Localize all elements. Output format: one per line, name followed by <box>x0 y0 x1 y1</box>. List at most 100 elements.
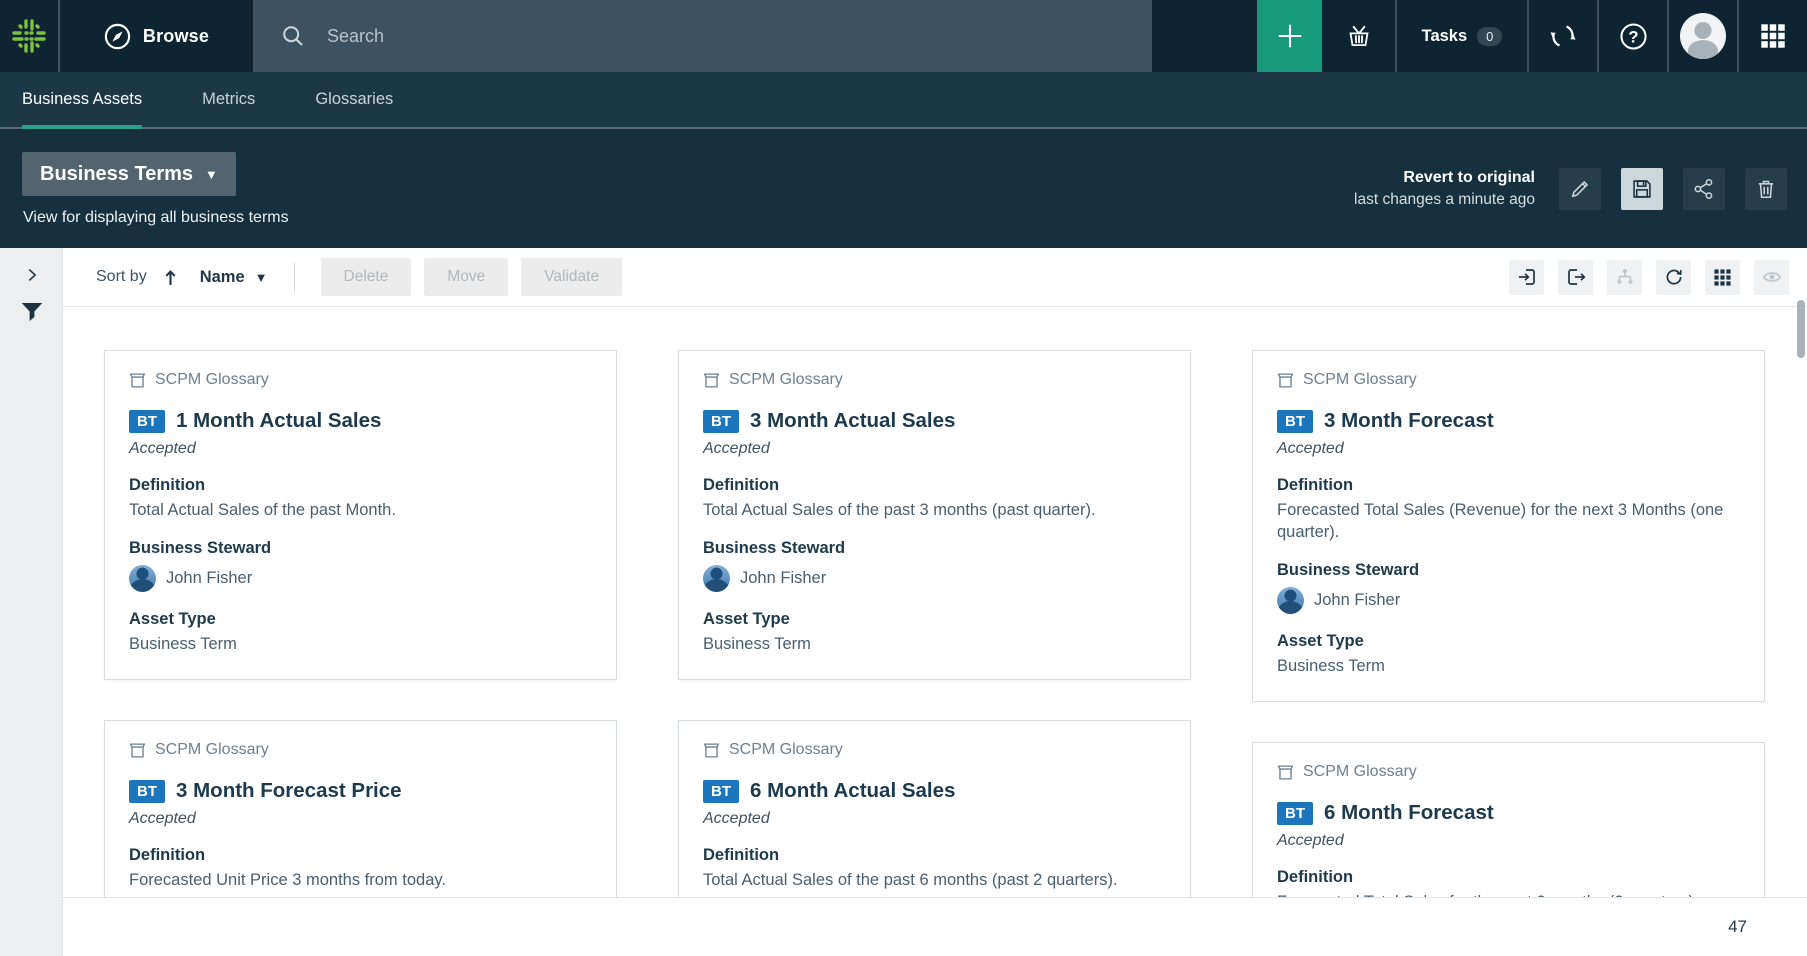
glossary-row: SCPM Glossary <box>703 741 1166 759</box>
validate-button[interactable]: Validate <box>521 258 622 296</box>
tab-glossaries[interactable]: Glossaries <box>315 72 393 127</box>
steward-name: John Fisher <box>740 569 826 588</box>
view-selector-button[interactable]: Business Terms ▼ <box>22 152 236 196</box>
steward-row[interactable]: John Fisher <box>703 565 1166 592</box>
asset-title[interactable]: 3 Month Actual Sales <box>750 409 955 433</box>
glossary-icon <box>129 372 146 389</box>
search-bar[interactable] <box>253 0 1152 72</box>
asset-title[interactable]: 3 Month Forecast <box>1324 409 1494 433</box>
search-input[interactable] <box>327 26 1126 47</box>
save-view-button[interactable] <box>1621 168 1663 210</box>
basket-button[interactable] <box>1322 0 1395 72</box>
steward-avatar <box>129 565 156 592</box>
chevron-right-icon <box>23 266 41 284</box>
steward-label: Business Steward <box>703 539 1166 558</box>
asset-title[interactable]: 6 Month Actual Sales <box>750 779 955 803</box>
tab-business-assets[interactable]: Business Assets <box>22 72 142 127</box>
card-column: SCPM Glossary BT 3 Month Actual Sales Ac… <box>678 350 1191 897</box>
card-title-row: BT 3 Month Forecast Price <box>129 779 592 803</box>
status-text: Accepted <box>703 810 1166 828</box>
refresh-button[interactable] <box>1656 260 1691 295</box>
asset-title[interactable]: 1 Month Actual Sales <box>176 409 381 433</box>
move-button[interactable]: Move <box>424 258 508 296</box>
asset-title[interactable]: 6 Month Forecast <box>1324 801 1494 825</box>
asset-type-badge: BT <box>129 780 165 803</box>
share-icon <box>1693 178 1715 200</box>
asset-type-badge: BT <box>703 780 739 803</box>
export-icon <box>1566 267 1586 287</box>
asset-type-badge: BT <box>1277 802 1313 825</box>
user-menu-button[interactable] <box>1667 0 1737 72</box>
hierarchy-view-button[interactable] <box>1607 260 1642 295</box>
share-view-button[interactable] <box>1683 168 1725 210</box>
steward-label: Business Steward <box>1277 561 1740 580</box>
sort-field-dropdown[interactable]: Name ▼ <box>200 268 268 287</box>
definition-label: Definition <box>1277 476 1740 495</box>
sync-button[interactable] <box>1527 0 1597 72</box>
glossary-icon <box>703 742 720 759</box>
footer-bar: 47 <box>63 897 1807 956</box>
export-button[interactable] <box>1558 260 1593 295</box>
refresh-icon <box>1664 267 1684 287</box>
tab-metrics[interactable]: Metrics <box>202 72 255 127</box>
asset-type-badge: BT <box>129 410 165 433</box>
topbar-actions: Tasks 0 ? <box>1257 0 1807 72</box>
steward-label: Business Steward <box>129 539 592 558</box>
steward-row[interactable]: John Fisher <box>129 565 592 592</box>
glossary-icon <box>703 372 720 389</box>
sync-icon <box>1549 22 1577 50</box>
definition-label: Definition <box>703 476 1166 495</box>
asset-card[interactable]: SCPM Glossary BT 6 Month Forecast Accept… <box>1252 742 1765 897</box>
steward-row[interactable]: John Fisher <box>1277 587 1740 614</box>
glossary-row: SCPM Glossary <box>703 371 1166 389</box>
create-asset-button[interactable] <box>1257 0 1322 72</box>
asset-type-label: Asset Type <box>129 610 592 629</box>
help-icon: ? <box>1619 22 1648 51</box>
glossary-icon <box>129 742 146 759</box>
asset-title[interactable]: 3 Month Forecast Price <box>176 779 402 803</box>
import-button[interactable] <box>1509 260 1544 295</box>
sort-direction-button[interactable] <box>163 269 178 286</box>
app-launcher-button[interactable] <box>1737 0 1807 72</box>
hierarchy-icon <box>1615 267 1635 287</box>
left-sidebar <box>0 248 63 956</box>
view-subtitle: View for displaying all business terms <box>23 209 289 227</box>
delete-view-button[interactable] <box>1745 168 1787 210</box>
asset-card[interactable]: SCPM Glossary BT 6 Month Actual Sales Ac… <box>678 720 1191 897</box>
browse-button[interactable]: Browse <box>60 0 253 72</box>
asset-type-value: Business Term <box>703 633 1166 655</box>
expand-sidebar-button[interactable] <box>0 266 63 284</box>
definition-section: Definition Forecasted Total Sales (Reven… <box>1277 476 1740 543</box>
plus-icon <box>1275 21 1305 51</box>
logo-button[interactable] <box>0 0 60 72</box>
glossary-name: SCPM Glossary <box>1303 371 1417 389</box>
status-text: Accepted <box>1277 832 1740 850</box>
asset-card[interactable]: SCPM Glossary BT 1 Month Actual Sales Ac… <box>104 350 617 680</box>
tasks-button[interactable]: Tasks 0 <box>1395 0 1527 72</box>
steward-section: Business Steward John Fisher <box>1277 561 1740 614</box>
asset-type-label: Asset Type <box>1277 632 1740 651</box>
chevron-down-icon: ▼ <box>205 167 218 182</box>
last-changes-text: last changes a minute ago <box>1354 189 1535 211</box>
revert-to-original[interactable]: Revert to original last changes a minute… <box>1354 167 1535 211</box>
preview-button[interactable] <box>1754 260 1789 295</box>
edit-view-button[interactable] <box>1559 168 1601 210</box>
glossary-icon <box>1277 372 1294 389</box>
collibra-logo-icon <box>10 17 48 55</box>
sort-by-label: Sort by <box>96 268 147 286</box>
help-button[interactable]: ? <box>1597 0 1667 72</box>
chevron-down-icon: ▼ <box>255 270 268 285</box>
steward-name: John Fisher <box>166 569 252 588</box>
asset-card[interactable]: SCPM Glossary BT 3 Month Actual Sales Ac… <box>678 350 1191 680</box>
definition-section: Definition Forecasted Total Sales for th… <box>1277 868 1740 897</box>
scrollbar-thumb[interactable] <box>1797 300 1805 358</box>
asset-card[interactable]: SCPM Glossary BT 3 Month Forecast Price … <box>104 720 617 897</box>
filter-button[interactable] <box>0 300 63 324</box>
sort-field-value: Name <box>200 268 245 287</box>
asset-type-badge: BT <box>1277 410 1313 433</box>
delete-button[interactable]: Delete <box>321 258 412 296</box>
filter-icon <box>20 300 44 324</box>
asset-card[interactable]: SCPM Glossary BT 3 Month Forecast Accept… <box>1252 350 1765 702</box>
definition-label: Definition <box>703 846 1166 865</box>
grid-view-button[interactable] <box>1705 260 1740 295</box>
